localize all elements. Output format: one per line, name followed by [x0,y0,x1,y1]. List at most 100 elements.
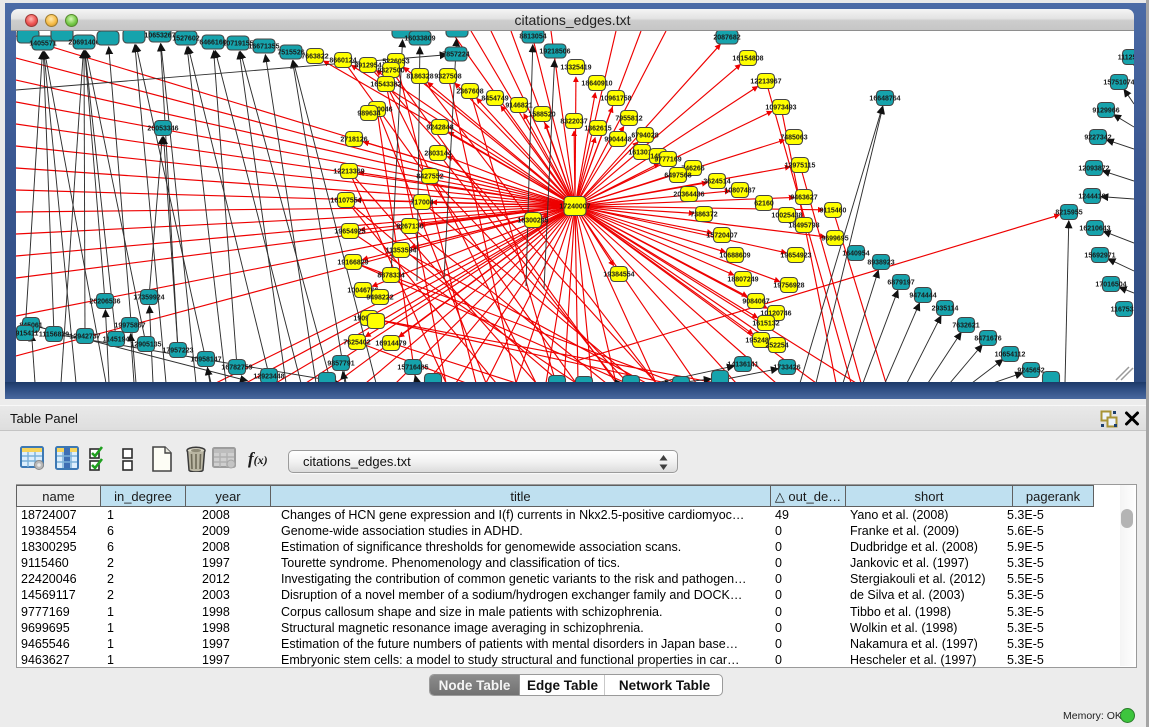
svg-text:9857791: 9857791 [327,361,354,368]
svg-text:16154808: 16154808 [732,56,763,63]
svg-text:2935114: 2935114 [932,306,959,313]
svg-text:7386372: 7386372 [690,212,717,219]
svg-text:20691406: 20691406 [68,40,99,47]
svg-text:16033809: 16033809 [404,36,435,43]
svg-text:7857224: 7857224 [442,52,469,59]
svg-text:6879197: 6879197 [887,280,914,287]
svg-text:18300295: 18300295 [517,218,548,225]
svg-text:19654925: 19654925 [334,229,365,236]
svg-text:9115460: 9115460 [820,208,847,215]
svg-text:9904448: 9904448 [604,137,631,144]
svg-text:3624514: 3624514 [703,179,730,186]
svg-text:12213967: 12213967 [750,79,781,86]
svg-text:9245652: 9245652 [1017,368,1044,375]
svg-text:19756928: 19756928 [773,283,804,290]
svg-text:9327500: 9327500 [377,68,404,75]
svg-text:1145194: 1145194 [103,337,130,344]
svg-text:7663822: 7663822 [301,54,328,61]
svg-text:16782759: 16782759 [221,365,252,372]
svg-text:15716485: 15716485 [397,365,428,372]
svg-text:9777169: 9777169 [654,157,681,164]
svg-text:9463627: 9463627 [790,195,817,202]
svg-text:16210643: 16210643 [1079,226,1110,233]
svg-text:9129966: 9129966 [1092,108,1119,115]
svg-text:16107554: 16107554 [330,198,361,205]
svg-text:8878334: 8878334 [377,273,404,280]
svg-text:16914479: 16914479 [375,341,406,348]
svg-text:6497568: 6497568 [664,173,691,180]
svg-text:20206536: 20206536 [89,299,120,306]
svg-text:13325419: 13325419 [560,65,591,72]
svg-text:10654112: 10654112 [995,352,1026,359]
svg-text:7955812: 7955812 [615,116,642,123]
svg-text:252254: 252254 [765,343,788,350]
svg-text:17016504: 17016504 [1095,282,1126,289]
svg-text:20364436: 20364436 [673,192,704,199]
svg-text:16543382: 16543382 [370,82,401,89]
svg-text:3915411: 3915411 [16,331,39,338]
svg-text:8454749: 8454749 [481,96,508,103]
svg-text:19384554: 19384554 [603,272,634,279]
svg-text:18807249: 18807249 [727,277,758,284]
svg-text:11353594: 11353594 [386,248,417,255]
svg-text:12923448: 12923448 [253,374,284,381]
svg-text:717004: 717004 [410,200,433,207]
svg-text:10653267: 10653267 [144,33,175,40]
svg-text:19218506: 19218506 [539,49,570,56]
svg-text:15692971: 15692971 [1084,253,1115,260]
svg-text:17240007: 17240007 [559,204,590,211]
svg-text:9327508: 9327508 [434,74,461,81]
svg-text:15751074: 15751074 [1103,80,1134,87]
svg-text:989634: 989634 [357,111,380,118]
svg-text:8660124: 8660124 [329,58,356,65]
svg-text:8186328: 8186328 [406,74,433,81]
svg-text:1640954: 1640954 [842,251,869,258]
svg-text:1112541: 1112541 [1118,55,1134,62]
svg-text:20053346: 20053346 [147,126,178,133]
svg-text:18495798: 18495798 [788,223,819,230]
svg-text:19166829: 19166829 [337,260,368,267]
svg-text:2087682: 2087682 [713,35,740,42]
svg-text:12942737: 12942737 [69,334,100,341]
svg-text:12213369: 12213369 [333,169,364,176]
svg-text:2367608: 2367608 [456,89,483,96]
svg-text:10807487: 10807487 [724,188,755,195]
svg-text:1588520: 1588520 [528,112,555,119]
svg-text:17957223: 17957223 [162,348,193,355]
svg-text:7625402: 7625402 [343,340,370,347]
svg-text:8427552: 8427552 [416,174,443,181]
svg-text:1167533: 1167533 [1111,307,1134,314]
svg-text:8215955: 8215955 [1055,210,1082,217]
svg-text:9146821: 9146821 [505,103,532,110]
svg-text:7632621: 7632621 [952,323,979,330]
svg-text:8813054: 8813054 [519,34,546,41]
svg-text:1244419: 1244419 [1078,194,1105,201]
svg-text:10958147: 10958147 [190,357,221,364]
svg-text:14136141: 14136141 [727,362,758,369]
svg-text:6794028: 6794028 [631,133,658,140]
svg-text:1733426: 1733426 [773,365,800,372]
svg-text:2718126: 2718126 [340,137,367,144]
svg-text:16671355: 16671355 [248,44,279,51]
svg-text:9699695: 9699695 [821,236,848,243]
svg-text:19654923: 19654923 [780,253,811,260]
svg-text:7485063: 7485063 [780,135,807,142]
svg-text:8322037: 8322037 [560,119,587,126]
svg-text:10961758: 10961758 [600,96,631,103]
svg-text:9227342: 9227342 [1084,135,1111,142]
svg-text:16648764: 16648764 [869,96,900,103]
svg-text:8471676: 8471676 [974,336,1001,343]
svg-text:12093872: 12093872 [1078,166,1109,173]
svg-text:8938923: 8938923 [867,260,894,267]
svg-text:1615132: 1615132 [752,321,779,328]
svg-text:1362615: 1362615 [584,126,611,133]
svg-text:8267130: 8267130 [396,224,423,231]
svg-text:9084067: 9084067 [742,299,769,306]
svg-text:11156829: 11156829 [39,332,69,339]
svg-text:12975115: 12975115 [785,163,816,170]
svg-text:1405571: 1405571 [29,41,56,48]
svg-text:9474444: 9474444 [909,293,936,300]
svg-text:10688609: 10688609 [719,253,750,260]
svg-text:1527602: 1527602 [172,36,199,43]
svg-text:62160: 62160 [754,201,774,208]
